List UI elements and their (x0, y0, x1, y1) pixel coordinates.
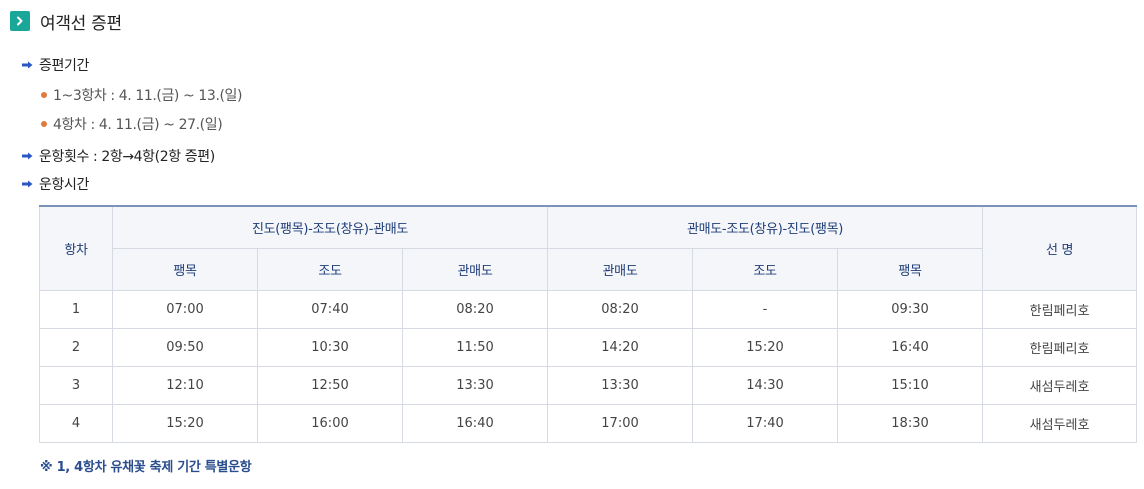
col-ship-header: 선 명 (982, 205, 1138, 291)
table-row: 1 07:00 07:40 08:20 08:20 - 09:30 한림페리호 (39, 290, 1138, 329)
table-cell: 17:00 (547, 404, 694, 443)
table-cell: 07:00 (112, 290, 258, 329)
period-item-text: 1~3항차 : 4. 11.(금) ~ 13.(일) (53, 88, 243, 104)
table-cell: 09:50 (112, 328, 258, 367)
table-cell: 새섬두레호 (982, 366, 1138, 405)
table-subheader-row: 팽목 조도 관매도 관매도 조도 팽목 (40, 248, 1137, 291)
table-cell: - (692, 290, 839, 329)
arrow-bullet-icon (22, 61, 33, 69)
table-cell: 07:40 (257, 290, 403, 329)
table-cell: 12:50 (257, 366, 403, 405)
table-cell: 13:30 (547, 366, 694, 405)
table-cell: 한림페리호 (982, 328, 1138, 367)
outbound-stop-header: 관매도 (401, 248, 549, 291)
table-cell: 1 (39, 290, 113, 329)
col-trip-header: 항차 (39, 205, 113, 291)
table-cell: 2 (39, 328, 113, 367)
page-title: 여객선 증편 (40, 13, 122, 34)
table-cell: 16:40 (837, 328, 984, 367)
table-cell: 08:20 (547, 290, 694, 329)
count-heading: 운항횟수 : 2항→4항(2항 증편) (22, 146, 215, 166)
table-row: 4 15:20 16:00 16:40 17:00 17:40 18:30 새섬… (39, 404, 1138, 443)
table-cell: 15:20 (112, 404, 258, 443)
table-row: 2 09:50 10:30 11:50 14:20 15:20 16:40 한림… (39, 328, 1138, 367)
table-cell: 15:10 (837, 366, 984, 405)
schedule-table: 항차 진도(팽목)-조도(창유)-관매도 관매도-조도(창유)-진도(팽목) 선… (39, 205, 1138, 443)
table-cell: 한림페리호 (982, 290, 1138, 329)
table-cell: 13:30 (401, 366, 549, 405)
inbound-stop-header: 팽목 (837, 248, 984, 291)
table-cell: 새섬두레호 (982, 404, 1138, 443)
period-item-text: 4항차 : 4. 11.(금) ~ 27.(일) (53, 117, 223, 133)
dot-bullet-icon (41, 92, 47, 98)
inbound-group-header: 관매도-조도(창유)-진도(팽목) (547, 205, 984, 249)
inbound-stop-header: 조도 (692, 248, 839, 291)
time-label: 운항시간 (39, 177, 89, 193)
period-heading: 증편기간 (22, 55, 89, 75)
table-cell: 17:40 (692, 404, 839, 443)
dot-bullet-icon (41, 121, 47, 127)
table-cell: 16:00 (257, 404, 403, 443)
table-cell: 12:10 (112, 366, 258, 405)
special-operation-note: ※ 1, 4항차 유채꽃 축제 기간 특별운항 (40, 460, 252, 475)
table-cell: 15:20 (692, 328, 839, 367)
table-cell: 16:40 (401, 404, 549, 443)
table-cell: 18:30 (837, 404, 984, 443)
table-row: 3 12:10 12:50 13:30 13:30 14:30 15:10 새섬… (39, 366, 1138, 405)
table-cell: 08:20 (401, 290, 549, 329)
table-cell: 14:20 (547, 328, 694, 367)
arrow-bullet-icon (22, 180, 33, 188)
table-cell: 10:30 (257, 328, 403, 367)
table-cell: 09:30 (837, 290, 984, 329)
period-label: 증편기간 (39, 58, 89, 74)
period-item: 4항차 : 4. 11.(금) ~ 27.(일) (41, 114, 223, 134)
section-title: 여객선 증편 (10, 9, 122, 34)
outbound-stop-header: 조도 (257, 248, 403, 291)
outbound-group-header: 진도(팽목)-조도(창유)-관매도 (111, 205, 549, 249)
arrow-bullet-icon (22, 152, 33, 160)
outbound-stop-header: 팽목 (112, 248, 258, 291)
count-label: 운항횟수 : 2항→4항(2항 증편) (39, 149, 215, 165)
table-cell: 4 (39, 404, 113, 443)
time-heading: 운항시간 (22, 174, 89, 194)
period-item: 1~3항차 : 4. 11.(금) ~ 13.(일) (41, 85, 243, 105)
table-header-row: 항차 진도(팽목)-조도(창유)-관매도 관매도-조도(창유)-진도(팽목) 선… (39, 205, 1138, 291)
table-cell: 11:50 (401, 328, 549, 367)
inbound-stop-header: 관매도 (547, 248, 694, 291)
table-cell: 3 (39, 366, 113, 405)
chevron-right-icon (10, 11, 30, 31)
table-cell: 14:30 (692, 366, 839, 405)
